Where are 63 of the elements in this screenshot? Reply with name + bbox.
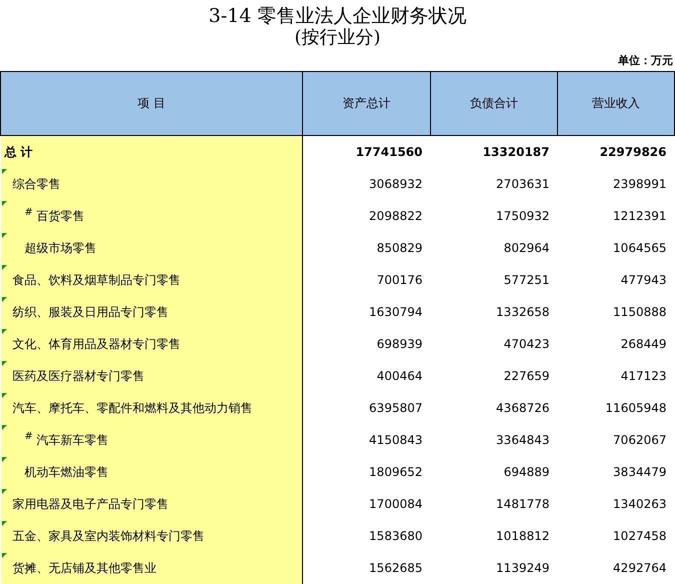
value-cell-text: 1150888 <box>612 304 668 321</box>
value-cell-text: 1064565 <box>612 240 668 257</box>
row-label-cell: 综合零售 <box>0 168 302 200</box>
value-cell: 3068932 <box>302 168 430 200</box>
value-cell-text: 227659 <box>502 368 550 385</box>
value-cell-text: 3834479 <box>612 464 668 481</box>
value-cell-text: 11605948 <box>604 400 668 417</box>
value-cell-text: 2398991 <box>612 176 668 193</box>
value-cell-text: 1340263 <box>612 496 668 513</box>
value-cell: 400464 <box>302 360 430 392</box>
row-label-cell: 汽车、摩托车、零配件和燃料及其他动力销售 <box>0 392 302 424</box>
value-cell: 1630794 <box>302 296 430 328</box>
value-cell-text: 802964 <box>502 240 550 257</box>
value-cell: 1700084 <box>302 488 430 520</box>
row-label-cell: 家用电器及电子产品专门零售 <box>0 488 302 520</box>
value-cell-text: 1481778 <box>495 496 550 513</box>
row-label-cell: 文化、体育用品及器材专门零售 <box>0 328 302 360</box>
value-cell-text: 4368726 <box>495 400 550 417</box>
value-cell: 6395807 <box>302 392 430 424</box>
value-cell: 1562685 <box>302 552 430 584</box>
value-cell-text: 694889 <box>502 464 550 481</box>
value-cell-text: 477943 <box>620 272 668 289</box>
row-label-cell: 机动车燃油零售 <box>0 456 302 488</box>
value-cell: 850829 <box>302 232 430 264</box>
value-cell: 1583680 <box>302 520 430 552</box>
value-cell-text: 3364843 <box>495 432 550 449</box>
value-cell: 13320187 <box>430 136 558 168</box>
row-label-cell: 货摊、无店铺及其他零售业 <box>0 552 302 584</box>
value-cell-text: 268449 <box>620 336 668 353</box>
value-cell: 22979826 <box>558 136 674 168</box>
value-cell: 2098822 <box>302 200 430 232</box>
value-cell: 4150843 <box>302 424 430 456</box>
value-cell-text: 1332658 <box>495 304 550 321</box>
value-cell: 700176 <box>302 264 430 296</box>
table-title: 3-14 零售业法人企业财务状况 <box>208 4 468 27</box>
row-label-cell: 超级市场零售 <box>0 232 302 264</box>
value-cell-text: 4292764 <box>612 560 668 577</box>
value-cell-text: 470423 <box>502 336 550 353</box>
row-label-cell: 纺织、服装及日用品专门零售 <box>0 296 302 328</box>
column-header: 资产总计 <box>302 72 430 136</box>
row-label-cell: 总 计 <box>0 136 302 168</box>
value-cell: 1809652 <box>302 456 430 488</box>
value-cell-text: 2703631 <box>495 176 550 193</box>
column-header: 项 目 <box>0 72 302 136</box>
unit-label: 单位：万元 <box>618 53 673 68</box>
column-header: 负债合计 <box>430 72 558 136</box>
value-cell-text: 7062067 <box>612 432 668 449</box>
value-cell: 17741560 <box>302 136 430 168</box>
column-header: 营业收入 <box>558 72 674 136</box>
value-cell-text: 577251 <box>502 272 550 289</box>
row-label-cell: 食品、饮料及烟草制品专门零售 <box>0 264 302 296</box>
table-subtitle: (按行业分) <box>293 27 382 49</box>
row-label-cell: $^{#}$ 百货零售 <box>0 200 302 232</box>
value-cell-text: 1139249 <box>495 560 550 577</box>
value-cell-text: 1750932 <box>495 208 550 225</box>
value-cell-text: 1018812 <box>495 528 550 545</box>
value-cell-text: 417123 <box>620 368 668 385</box>
value-cell: 698939 <box>302 328 430 360</box>
row-label-cell: 五金、家具及室内装饰材料专门零售 <box>0 520 302 552</box>
value-cell-text: 1027458 <box>612 528 668 545</box>
row-label-cell: 医药及医疗器材专门零售 <box>0 360 302 392</box>
value-cell-text: 1212391 <box>612 208 668 225</box>
row-label-cell: $^{#}$ 汽车新车零售 <box>0 424 302 456</box>
